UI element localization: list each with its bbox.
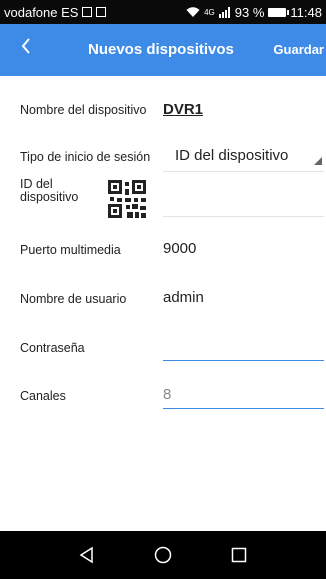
chevron-left-icon	[21, 38, 30, 54]
wifi-icon	[186, 6, 200, 17]
signal-icon	[218, 6, 230, 18]
network-type: 4G	[204, 7, 215, 17]
channels-underline	[163, 408, 324, 409]
media-port-row: Puerto multimedia 9000	[0, 235, 326, 267]
password-row: Contraseña	[0, 333, 326, 365]
app-notification-icon	[96, 7, 107, 17]
device-id-label: ID del dispositivo	[20, 177, 79, 204]
login-type-label: Tipo de inicio de sesión	[20, 150, 151, 164]
channels-row: Canales 8	[0, 381, 326, 413]
password-underline	[163, 360, 324, 361]
device-name-row: Nombre del dispositivo DVR1	[0, 94, 326, 126]
save-button[interactable]: Guardar	[273, 42, 324, 57]
device-id-underline	[163, 216, 324, 217]
battery-icon	[268, 7, 290, 17]
nav-home-icon[interactable]	[153, 545, 173, 565]
password-label: Contraseña	[20, 341, 85, 355]
nav-back-icon[interactable]	[77, 545, 97, 565]
channels-label: Canales	[20, 389, 66, 403]
nav-recents-icon[interactable]	[229, 545, 249, 565]
clock: 11:48	[290, 4, 322, 20]
login-type-row: Tipo de inicio de sesión ID del disposit…	[0, 143, 326, 175]
app-toolbar: Nuevos dispositivos Guardar	[0, 24, 326, 76]
battery-percent: 93 %	[234, 4, 265, 20]
device-name-label: Nombre del dispositivo	[20, 103, 147, 117]
media-port-input[interactable]: 9000	[163, 240, 196, 257]
media-port-label: Puerto multimedia	[20, 243, 121, 257]
username-input[interactable]: admin	[163, 289, 204, 306]
status-bar: vodafone ES 4G 93 % 11:48	[0, 0, 326, 24]
login-type-select[interactable]: ID del dispositivo	[175, 147, 288, 164]
page-title: Nuevos dispositivos	[88, 41, 234, 58]
carrier-name: vodafone ES	[4, 4, 79, 20]
channels-input[interactable]: 8	[163, 386, 171, 403]
username-label: Nombre de usuario	[20, 292, 127, 306]
system-nav-bar	[0, 531, 326, 579]
dropdown-arrow-icon[interactable]	[314, 157, 322, 165]
device-name-field[interactable]: DVR1	[163, 101, 203, 118]
image-notification-icon	[82, 7, 93, 17]
login-type-underline	[163, 171, 324, 172]
device-id-row: ID del dispositivo	[0, 178, 326, 220]
back-button[interactable]	[20, 36, 32, 62]
qr-code-icon[interactable]	[108, 180, 146, 218]
username-row: Nombre de usuario admin	[0, 284, 326, 316]
